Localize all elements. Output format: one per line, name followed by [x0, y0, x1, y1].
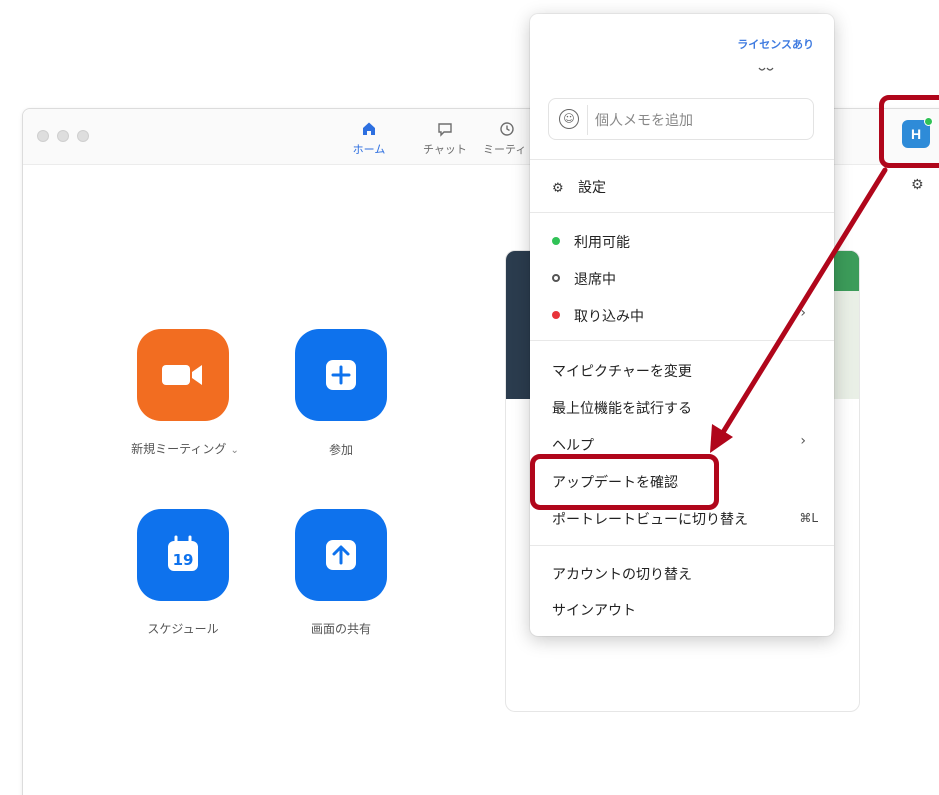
annotation-arrow [710, 167, 888, 453]
